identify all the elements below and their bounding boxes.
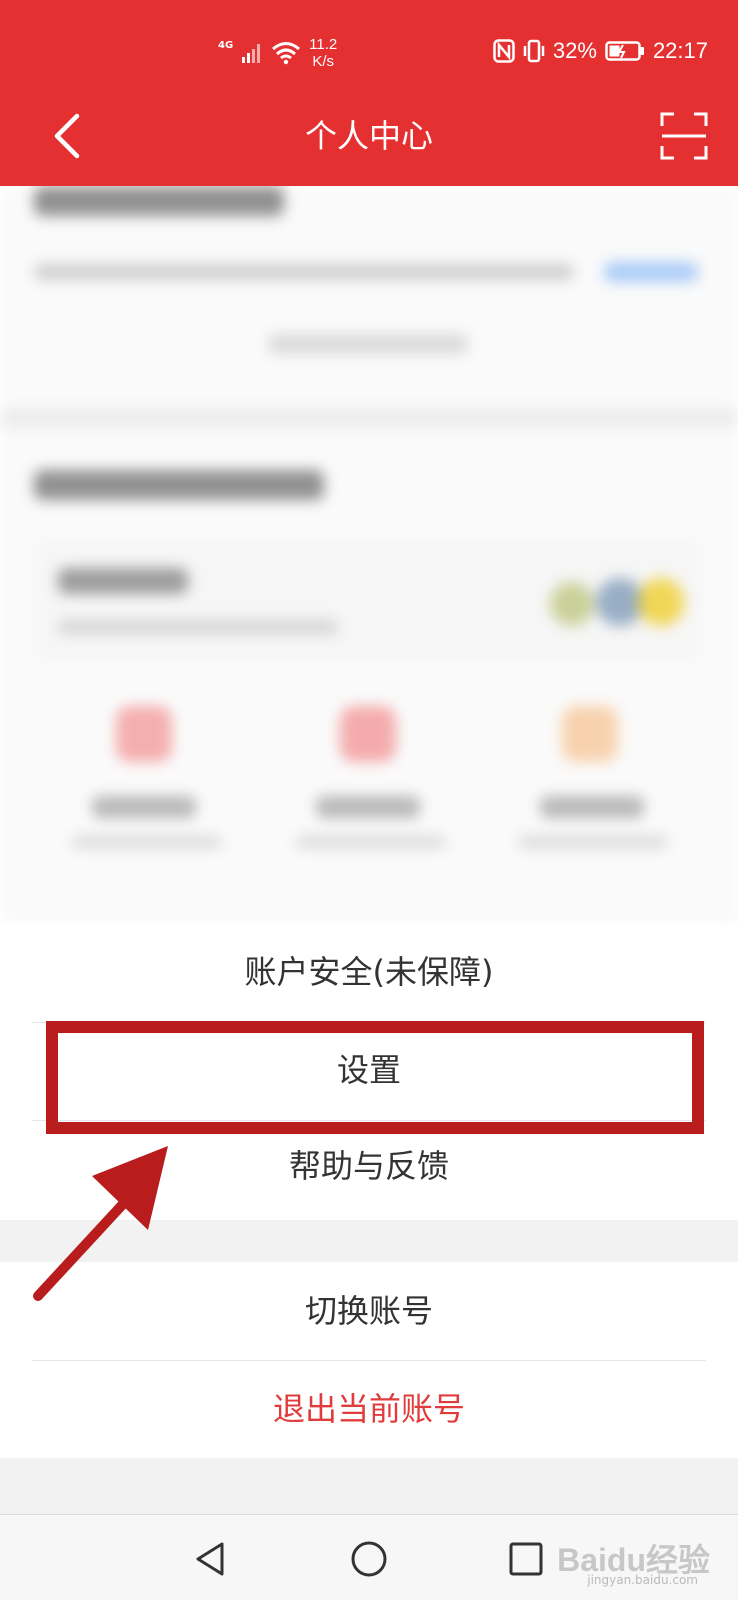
blurred-divider: [0, 408, 738, 428]
system-nav-bar: Baidu经验 jingyan.baidu.com: [0, 1514, 738, 1600]
menu-item-help-feedback[interactable]: 帮助与反馈: [0, 1124, 738, 1208]
blurred-feature-desc-1: [72, 836, 222, 848]
triangle-back-icon[interactable]: [192, 1539, 232, 1579]
blurred-feature-desc-3: [518, 836, 668, 848]
blurred-text-line: [34, 264, 574, 280]
status-right: 32% 22:17: [493, 38, 708, 64]
scan-button[interactable]: [660, 112, 708, 160]
scan-icon: [660, 112, 708, 160]
blurred-page-content: [0, 186, 738, 926]
menu-group-account: 切换账号 退出当前账号: [0, 1262, 738, 1458]
menu-item-logout[interactable]: 退出当前账号: [0, 1366, 738, 1452]
status-left: 4G 11.2 K/s: [218, 36, 337, 70]
blurred-heading: [34, 186, 284, 216]
status-bar: 4G 11.2 K/s 32% 22:17: [0, 0, 738, 100]
clock: 22:17: [652, 38, 708, 63]
wifi-icon: [272, 42, 301, 65]
network-type: 4G: [218, 39, 234, 51]
blurred-avatar-3: [638, 578, 684, 626]
battery-icon: [605, 41, 644, 61]
menu-divider: [32, 1360, 706, 1361]
menu-item-switch-account[interactable]: 切换账号: [0, 1268, 738, 1354]
blurred-link: [604, 262, 698, 282]
app-header: 4G 11.2 K/s 32% 22:17 个人中心: [0, 0, 738, 186]
nfc-icon: [493, 39, 515, 63]
blurred-hint-line: [268, 334, 468, 354]
blurred-feature-label-3: [540, 796, 644, 818]
blurred-avatar-1: [550, 582, 594, 626]
blurred-card-desc: [58, 620, 338, 634]
signal-icon: [242, 44, 261, 63]
blurred-feature-icon-1: [116, 706, 172, 762]
blurred-card-title: [58, 568, 188, 594]
blurred-feature-icon-3: [562, 706, 618, 762]
speed-value: 11.2: [309, 36, 338, 53]
blurred-feature-icon-2: [340, 706, 396, 762]
blurred-feature-label-1: [92, 796, 196, 818]
navbar: 个人中心: [0, 100, 738, 180]
annotation-highlight-box: [46, 1021, 704, 1134]
battery-percent: 32%: [552, 38, 597, 63]
square-recent-icon[interactable]: [506, 1539, 546, 1579]
blurred-avatar-2: [596, 578, 644, 626]
blurred-feature-desc-2: [296, 836, 446, 848]
speed-unit: K/s: [312, 53, 335, 70]
vibrate-icon: [523, 39, 545, 63]
blurred-section-title: [34, 470, 324, 500]
blurred-feature-label-2: [316, 796, 420, 818]
circle-home-icon[interactable]: [349, 1539, 389, 1579]
network-speed: 11.2 K/s: [309, 36, 337, 70]
menu-item-account-security[interactable]: 账户安全(未保障): [0, 932, 738, 1012]
page-title: 个人中心: [304, 117, 433, 155]
watermark-url: jingyan.baidu.com: [587, 1573, 698, 1587]
